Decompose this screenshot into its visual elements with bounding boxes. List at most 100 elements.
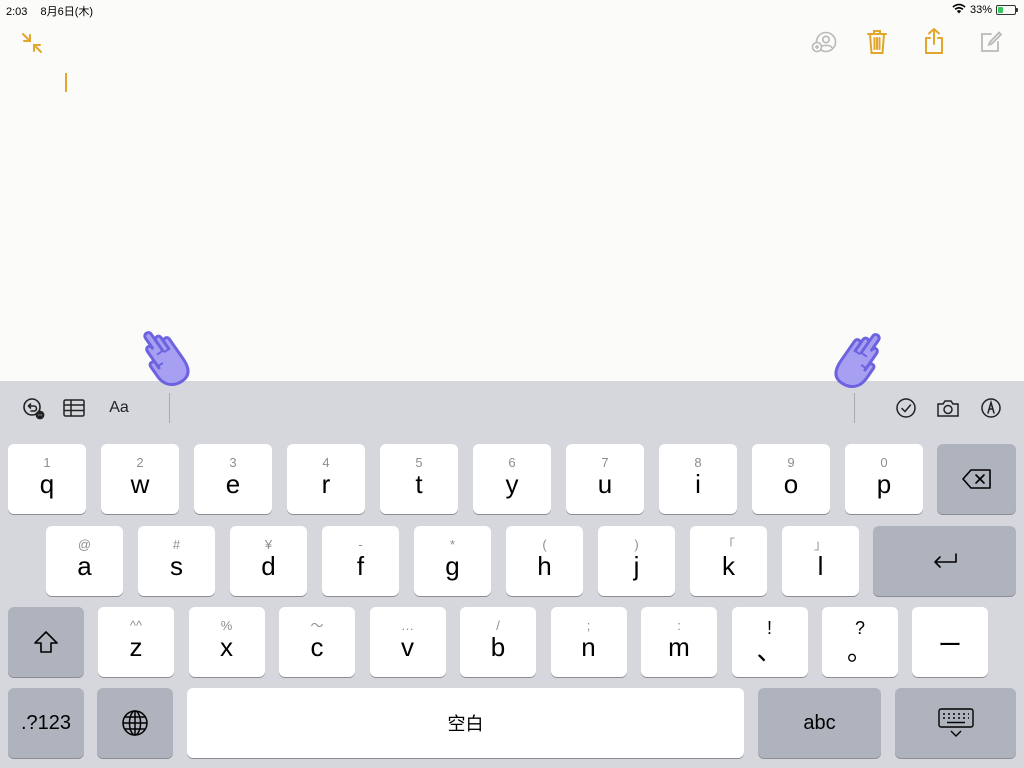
key-a[interactable]: @ a <box>46 526 123 596</box>
pointing-hand-left-icon <box>126 320 206 398</box>
text-format-label: Aa <box>109 399 129 416</box>
battery-icon <box>996 5 1018 15</box>
key-hint: 「 <box>721 537 735 552</box>
key-label: t <box>415 469 423 499</box>
key-label: k <box>722 551 735 581</box>
dash-key[interactable]: ー <box>912 607 988 677</box>
markup-icon[interactable] <box>978 395 1004 421</box>
key-hint: 0 <box>880 455 888 470</box>
wifi-icon <box>952 3 966 17</box>
key-hint: 9 <box>787 455 795 470</box>
key-label: e <box>225 469 241 499</box>
key-l[interactable]: 」 l <box>782 526 859 596</box>
key-label: 。 <box>846 636 873 666</box>
battery-percent: 33% <box>969 4 992 16</box>
key-hint: 5 <box>415 455 423 470</box>
space-key-label: 空白 <box>447 714 484 734</box>
share-icon[interactable] <box>920 27 948 55</box>
abc-key[interactable]: abc <box>758 688 881 758</box>
compose-icon[interactable] <box>977 28 1005 56</box>
camera-icon[interactable] <box>935 395 961 421</box>
key-w[interactable]: 2w <box>101 444 179 514</box>
key-k[interactable]: 「k <box>690 526 767 596</box>
numbers-key-label: .?123 <box>20 711 72 734</box>
key-f[interactable]: -f <box>322 526 399 596</box>
text-cursor[interactable] <box>65 73 67 92</box>
key-label: h <box>537 551 552 581</box>
key-x[interactable]: % x <box>188 607 265 677</box>
key-y[interactable]: 6y <box>473 444 551 514</box>
key-n[interactable]: ; n <box>550 607 627 677</box>
key-hint: ! <box>766 618 772 638</box>
key-z[interactable]: ^^ z <box>98 607 174 677</box>
key-hint: 」 <box>813 537 827 552</box>
collapse-icon[interactable] <box>18 29 46 57</box>
key-label: o <box>783 469 799 499</box>
key-p[interactable]: 0p <box>845 444 923 514</box>
abc-key-label: abc <box>803 711 836 734</box>
key-hint: 7 <box>601 455 609 470</box>
key-hint: ^^ <box>129 618 143 633</box>
key-s[interactable]: # s <box>138 526 215 596</box>
key-hint: ( <box>542 537 547 552</box>
key-b[interactable]: / b <box>460 607 536 677</box>
key-i[interactable]: 8i <box>659 444 737 514</box>
key-hint: ) <box>634 537 639 552</box>
key-label: p <box>876 469 892 499</box>
key-hint: - <box>358 537 363 552</box>
key-。[interactable]: ?。 <box>822 607 898 677</box>
key-hint: ? <box>854 618 865 638</box>
key-hint: @ <box>77 537 92 552</box>
dismiss-keyboard-key[interactable] <box>895 688 1016 758</box>
key-hint: … <box>401 618 414 633</box>
return-icon <box>933 553 957 568</box>
key-label: j <box>633 551 640 581</box>
key-hint: ¥ <box>264 537 273 552</box>
key-h[interactable]: (h <box>506 526 583 596</box>
key-r[interactable]: 4r <box>287 444 365 514</box>
key-hint: 6 <box>508 455 516 470</box>
collaborate-icon[interactable] <box>811 28 839 56</box>
key-、[interactable]: !、 <box>731 607 808 677</box>
key-c[interactable]: 〜 c <box>279 607 355 677</box>
table-icon[interactable] <box>61 395 87 421</box>
text-format-button[interactable]: Aa <box>104 395 134 421</box>
key-d[interactable]: ¥ d <box>230 526 307 596</box>
key-t[interactable]: 5t <box>380 444 458 514</box>
key-hint: 4 <box>322 455 330 470</box>
keyboard: Aa 1q2w3e4r5t6y7u8i9o0p @ a # s ¥ d - f … <box>0 381 1024 768</box>
space-key[interactable]: 空白 <box>187 688 744 758</box>
status-bar: 2:03 8月6日(木) 33% <box>0 0 1024 20</box>
key-label: f <box>356 551 365 581</box>
delete-key[interactable] <box>937 444 1016 514</box>
shift-icon <box>34 631 58 653</box>
key-hint: 〜 <box>310 618 324 633</box>
shift-key[interactable] <box>8 607 84 677</box>
key-hint: ; <box>586 618 591 633</box>
key-j[interactable]: ) j <box>598 526 675 596</box>
key-m[interactable]: :m <box>641 607 717 677</box>
key-u[interactable]: 7u <box>566 444 644 514</box>
globe-key[interactable] <box>97 688 173 758</box>
key-o[interactable]: 9o <box>752 444 830 514</box>
return-key[interactable] <box>873 526 1016 596</box>
battery-fill <box>998 7 1004 13</box>
numbers-key[interactable]: .?123 <box>8 688 84 758</box>
key-label: n <box>581 632 596 662</box>
key-hint: 2 <box>136 455 144 470</box>
key-e[interactable]: 3e <box>194 444 272 514</box>
trash-icon[interactable] <box>863 28 891 56</box>
key-v[interactable]: … v <box>369 607 446 677</box>
key-label: q <box>39 469 55 499</box>
key-label: x <box>220 632 233 662</box>
key-g[interactable]: * g <box>414 526 491 596</box>
key-hint: 8 <box>694 455 702 470</box>
dash-key-label: ー <box>938 631 962 659</box>
status-time: 2:03 <box>6 6 28 18</box>
status-right: 33% <box>952 3 1018 17</box>
key-hint: 1 <box>43 455 51 470</box>
key-q[interactable]: 1q <box>8 444 86 514</box>
key-label: w <box>130 469 150 499</box>
key-label: 、 <box>756 636 783 666</box>
undo-icon[interactable] <box>20 395 46 421</box>
